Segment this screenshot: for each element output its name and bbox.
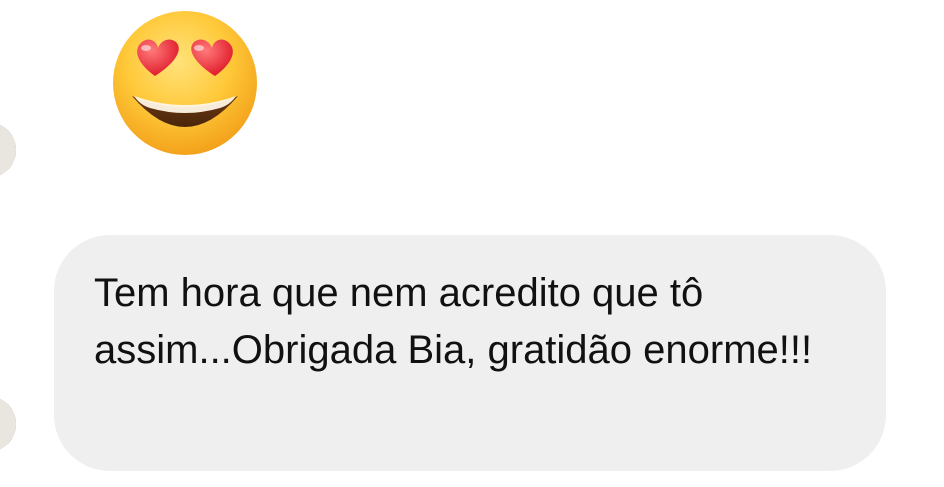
message-text: Tem hora que nem acredito que tô assim..… [94,271,813,372]
smiling-face-with-heart-eyes-icon [113,11,257,155]
chat-thread: Tem hora que nem acredito que tô assim..… [0,0,944,487]
avatar-photo [0,122,16,178]
message-bubble[interactable]: Tem hora que nem acredito que tô assim..… [54,235,886,471]
sender-avatar[interactable] [0,122,16,178]
emoji-message[interactable] [110,8,260,158]
sender-avatar[interactable] [0,396,16,452]
avatar-photo [0,396,16,452]
